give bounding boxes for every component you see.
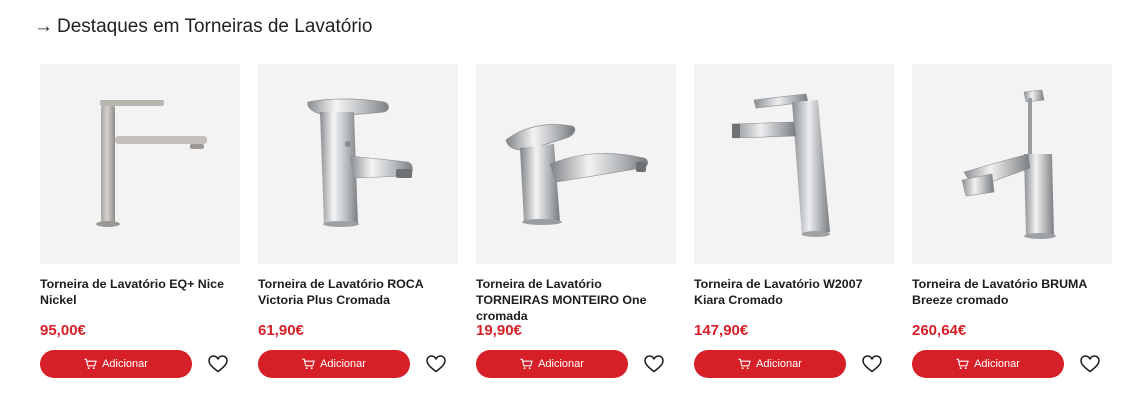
heart-icon xyxy=(208,355,228,373)
product-name[interactable]: Torneira de Lavatório W2007 Kiara Cromad… xyxy=(694,276,894,308)
section-title-text: Destaques em Torneiras de Lavatório xyxy=(57,16,373,37)
cart-icon xyxy=(520,358,533,370)
add-to-cart-button[interactable]: Adicionar xyxy=(912,350,1064,378)
product-image[interactable] xyxy=(476,64,676,264)
add-to-cart-button[interactable]: Adicionar xyxy=(476,350,628,378)
product-card: Torneira de Lavatório BRUMA Breeze croma… xyxy=(912,64,1112,384)
add-to-cart-button[interactable]: Adicionar xyxy=(258,350,410,378)
product-name[interactable]: Torneira de Lavatório BRUMA Breeze croma… xyxy=(912,276,1112,308)
add-to-cart-label: Adicionar xyxy=(320,358,366,370)
cart-icon xyxy=(738,358,751,370)
add-to-cart-label: Adicionar xyxy=(538,358,584,370)
favorite-button[interactable] xyxy=(206,353,230,375)
faucet-image xyxy=(731,93,830,237)
product-name[interactable]: Torneira de Lavatório EQ+ Nice Nickel xyxy=(40,276,240,308)
heart-icon xyxy=(644,355,664,373)
faucet-image xyxy=(505,124,648,225)
cart-icon xyxy=(302,358,315,370)
cart-icon xyxy=(956,358,969,370)
arrow-right-icon: → xyxy=(34,16,53,37)
product-name[interactable]: Torneira de Lavatório ROCA Victoria Plus… xyxy=(258,276,458,308)
product-card: Torneira de Lavatório TORNEIRAS MONTEIRO… xyxy=(476,64,676,384)
product-price: 19,90€ xyxy=(476,322,522,339)
faucet-image xyxy=(961,89,1056,239)
product-image[interactable] xyxy=(694,64,894,264)
product-price: 95,00€ xyxy=(40,322,86,339)
add-to-cart-label: Adicionar xyxy=(974,358,1020,370)
product-price: 61,90€ xyxy=(258,322,304,339)
product-name[interactable]: Torneira de Lavatório TORNEIRAS MONTEIRO… xyxy=(476,276,676,324)
favorite-button[interactable] xyxy=(642,353,666,375)
product-carousel: Torneira de Lavatório EQ+ Nice Nickel 95… xyxy=(40,64,1112,384)
product-image[interactable] xyxy=(912,64,1112,264)
faucet-image xyxy=(307,98,413,227)
favorite-button[interactable] xyxy=(424,353,448,375)
favorite-button[interactable] xyxy=(860,353,884,375)
cart-icon xyxy=(84,358,97,370)
product-image[interactable] xyxy=(258,64,458,264)
product-card: Torneira de Lavatório EQ+ Nice Nickel 95… xyxy=(40,64,240,384)
add-to-cart-label: Adicionar xyxy=(102,358,148,370)
favorite-button[interactable] xyxy=(1078,353,1102,375)
faucet-image xyxy=(96,100,207,227)
product-price: 147,90€ xyxy=(694,322,749,339)
product-card: Torneira de Lavatório ROCA Victoria Plus… xyxy=(258,64,458,384)
product-image[interactable] xyxy=(40,64,240,264)
product-price: 260,64€ xyxy=(912,322,967,339)
heart-icon xyxy=(426,355,446,373)
heart-icon xyxy=(862,355,882,373)
section-title[interactable]: → Destaques em Torneiras de Lavatório xyxy=(34,16,372,38)
add-to-cart-button[interactable]: Adicionar xyxy=(694,350,846,378)
add-to-cart-button[interactable]: Adicionar xyxy=(40,350,192,378)
add-to-cart-label: Adicionar xyxy=(756,358,802,370)
product-card: Torneira de Lavatório W2007 Kiara Cromad… xyxy=(694,64,894,384)
heart-icon xyxy=(1080,355,1100,373)
